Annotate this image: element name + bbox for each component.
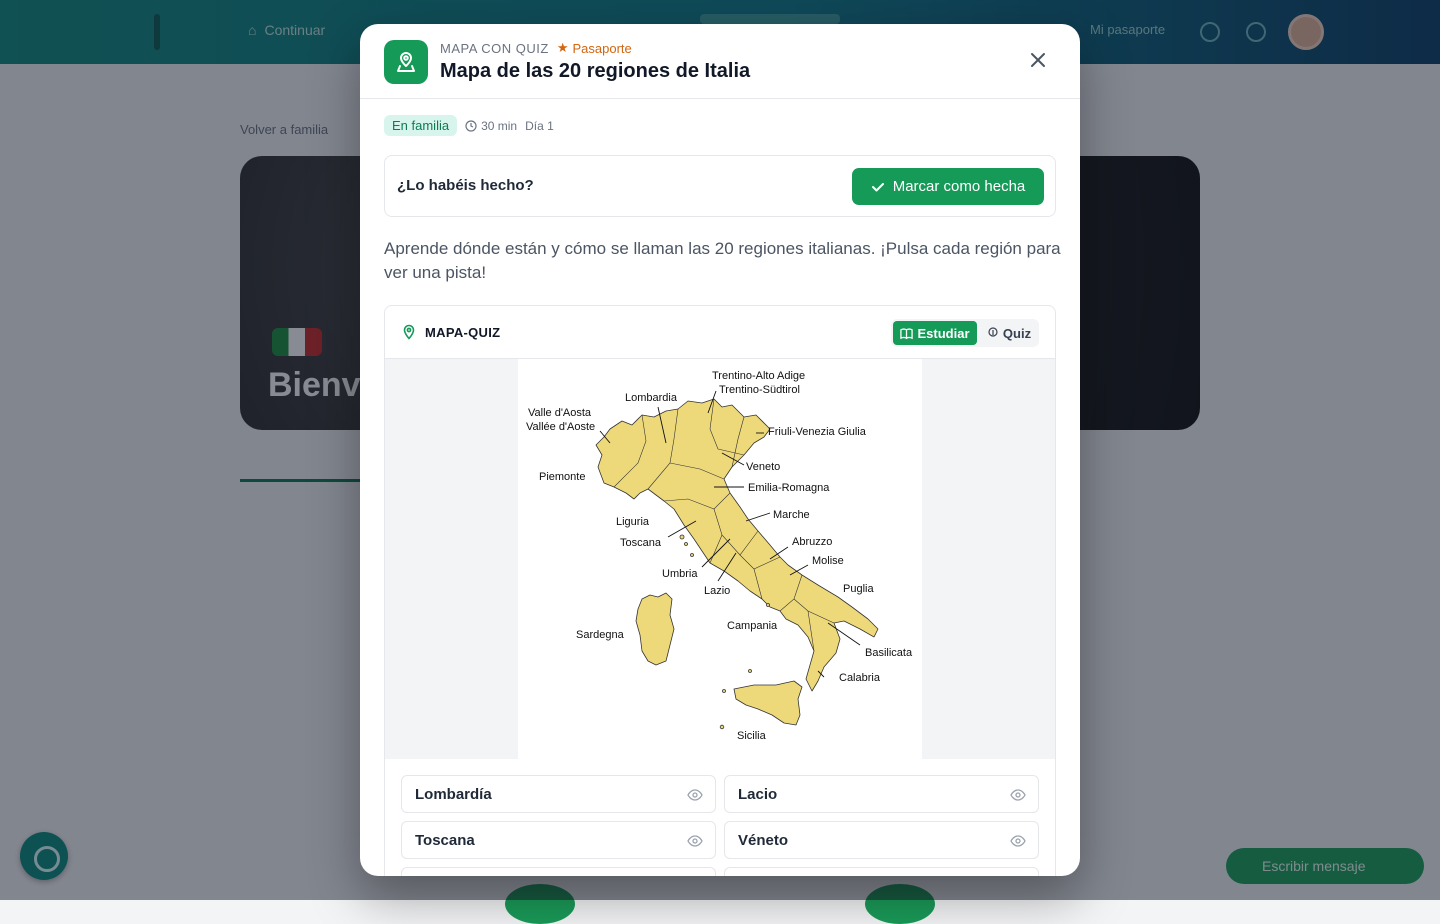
- completion-card: ¿Lo habéis hecho? Marcar como hecha: [384, 155, 1056, 217]
- label-emilia[interactable]: Emilia-Romagna: [748, 482, 830, 494]
- eye-icon[interactable]: [687, 787, 703, 803]
- activity-modal: MAPA CON QUIZ ★ Pasaporte Mapa de las 20…: [360, 24, 1080, 876]
- map-quiz-title-text: MAPA-QUIZ: [425, 324, 501, 340]
- label-sicilia[interactable]: Sicilia: [737, 730, 767, 742]
- modal-kicker: MAPA CON QUIZ ★ Pasaporte: [440, 40, 632, 56]
- check-icon: [871, 182, 884, 191]
- clock-icon: [465, 119, 477, 132]
- label-marche[interactable]: Marche: [773, 509, 810, 521]
- passport-badge: ★ Pasaporte: [557, 40, 632, 56]
- label-calabria[interactable]: Calabria: [839, 672, 881, 684]
- label-veneto[interactable]: Veneto: [746, 461, 780, 473]
- activity-description: Aprende dónde están y cómo se llaman las…: [384, 239, 1061, 282]
- map-quiz-title: MAPA-QUIZ: [401, 324, 500, 340]
- close-icon[interactable]: [1026, 48, 1050, 72]
- label-liguria[interactable]: Liguria: [616, 516, 650, 528]
- modal-title: Mapa de las 20 regiones de Italia: [440, 60, 751, 82]
- study-mode-label: Estudiar: [917, 325, 970, 341]
- label-lombardia[interactable]: Lombardia: [625, 392, 678, 404]
- label-abruzzo[interactable]: Abruzzo: [792, 536, 832, 548]
- region-chip[interactable]: [724, 867, 1039, 876]
- modal-body[interactable]: En familia 30 min Día 1 ¿Lo habéis hecho…: [360, 100, 1080, 876]
- quiz-mode-button[interactable]: Quiz: [981, 321, 1037, 345]
- label-valle[interactable]: Valle d'Aosta: [528, 407, 592, 419]
- region-name: Lacio: [738, 786, 778, 803]
- sicily-shape[interactable]: [733, 680, 803, 726]
- eye-icon[interactable]: [1010, 833, 1026, 849]
- italy-regions-svg[interactable]: Trentino-Alto Adige Trentino-Südtirol Lo…: [518, 359, 922, 759]
- mark-done-button[interactable]: Marcar como hecha: [852, 168, 1044, 205]
- region-chip[interactable]: Toscana: [401, 821, 716, 859]
- star-icon: ★: [556, 40, 569, 55]
- eye-icon[interactable]: [1010, 787, 1026, 803]
- label-molise[interactable]: Molise: [812, 555, 844, 567]
- region-chip[interactable]: Véneto: [724, 821, 1039, 859]
- label-piemonte[interactable]: Piemonte: [539, 471, 585, 483]
- region-name: Lombardía: [415, 786, 492, 803]
- map-area: Trentino-Alto Adige Trentino-Südtirol Lo…: [385, 359, 1055, 759]
- book-icon: [900, 327, 914, 339]
- region-chip[interactable]: Lombardía: [401, 775, 716, 813]
- duration: 30 min: [465, 119, 517, 133]
- duration-label: 30 min: [481, 118, 518, 133]
- day-label: Día 1: [525, 118, 554, 133]
- italy-map[interactable]: Trentino-Alto Adige Trentino-Südtirol Lo…: [518, 359, 922, 759]
- label-basilicata[interactable]: Basilicata: [865, 647, 913, 659]
- study-mode-button[interactable]: Estudiar: [893, 321, 977, 345]
- region-chip[interactable]: Lacio: [724, 775, 1039, 813]
- quiz-mode-label: Quiz: [1002, 325, 1032, 341]
- activity-type: MAPA CON QUIZ: [440, 40, 549, 56]
- label-campania[interactable]: Campania: [727, 620, 778, 632]
- activity-meta: En familia 30 min Día 1: [384, 115, 554, 136]
- sardinia-shape[interactable]: [635, 592, 675, 666]
- label-puglia[interactable]: Puglia: [843, 583, 874, 595]
- region-chip[interactable]: [401, 867, 716, 876]
- region-name: Toscana: [415, 832, 475, 849]
- mode-toggle: Estudiar Quiz: [891, 319, 1039, 347]
- region-name: Véneto: [738, 832, 789, 849]
- label-valle-alt[interactable]: Vallée d'Aoste: [526, 421, 595, 433]
- label-toscana[interactable]: Toscana: [620, 537, 662, 549]
- mark-done-label: Marcar como hecha: [892, 178, 1026, 195]
- map-quiz-header: MAPA-QUIZ Estudiar Quiz: [385, 306, 1055, 359]
- badge-label: Pasaporte: [572, 40, 632, 56]
- eye-icon[interactable]: [687, 833, 703, 849]
- label-friuli[interactable]: Friuli-Venezia Giulia: [768, 426, 867, 438]
- bulb-icon: [988, 327, 998, 337]
- map-quiz-card: MAPA-QUIZ Estudiar Quiz Trentino-Alto Ad…: [384, 305, 1056, 876]
- location-pin-icon: [403, 324, 415, 340]
- label-sardegna[interactable]: Sardegna: [576, 629, 625, 641]
- label-trentino-alt[interactable]: Trentino-Südtirol: [719, 384, 800, 396]
- map-pin-icon: [384, 40, 428, 84]
- label-umbria[interactable]: Umbria: [662, 568, 698, 580]
- audience-tag: En familia: [384, 115, 458, 136]
- completion-question: ¿Lo habéis hecho?: [397, 177, 534, 194]
- modal-header: MAPA CON QUIZ ★ Pasaporte Mapa de las 20…: [360, 24, 1080, 99]
- label-lazio[interactable]: Lazio: [704, 585, 730, 597]
- label-trentino[interactable]: Trentino-Alto Adige: [712, 370, 805, 382]
